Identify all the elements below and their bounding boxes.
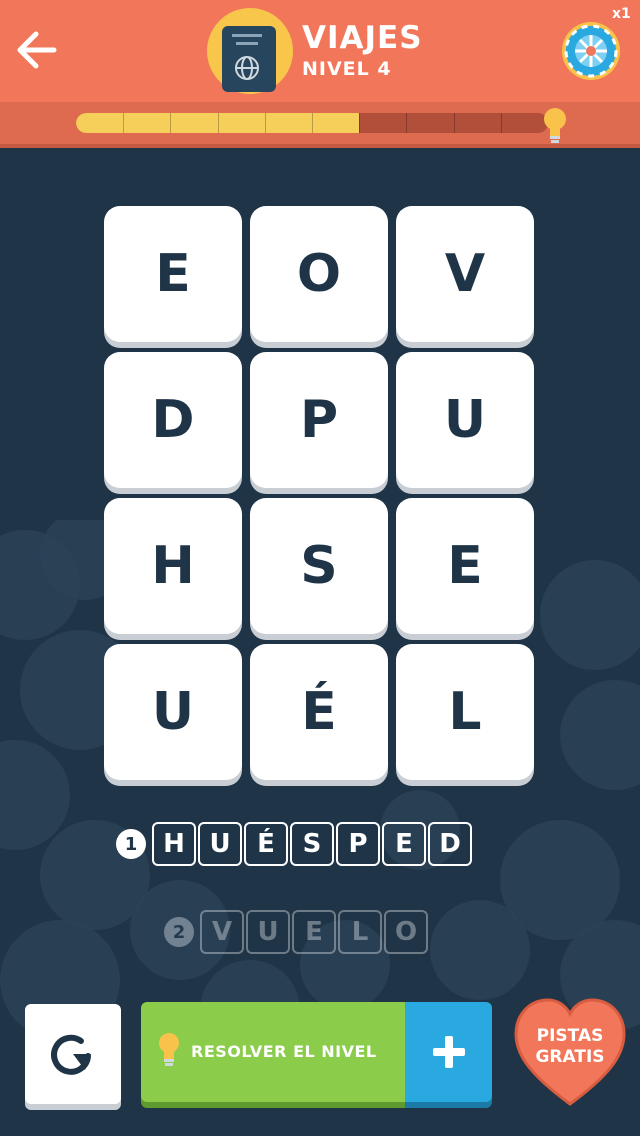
solve-level-button[interactable]: RESOLVER EL NIVEL [141,1002,405,1102]
free-hints-line1: PISTAS [536,1026,604,1046]
answer-letter-box: O [384,910,428,954]
answer-letter-box: U [198,822,242,866]
answer-row-1: 1 HUÉSPED [116,822,474,866]
letter-tile[interactable]: U [396,352,534,488]
level-label: NIVEL 4 [302,58,392,80]
wheel-multiplier: x1 [612,6,631,22]
progress-track [76,113,548,133]
answer-letter-box: H [152,822,196,866]
prize-wheel-icon[interactable] [560,20,622,82]
progress-segment-divider [406,113,408,133]
progress-segment-divider [217,113,219,133]
top-bar: VIAJES NIVEL 4 x1 [0,0,640,102]
letter-tile[interactable]: O [250,206,388,342]
answer-letter-box: V [200,910,244,954]
progress-segment-divider [312,113,313,133]
answer-letter-box: E [292,910,336,954]
answer-letter-box: E [382,822,426,866]
letter-tile[interactable]: E [396,498,534,634]
plus-icon [433,1036,465,1068]
answer-letter-box: L [338,910,382,954]
progress-segment-divider [359,113,361,133]
answer-number: 2 [164,917,194,947]
arrow-left-icon[interactable] [14,28,58,72]
letter-tile[interactable]: S [250,498,388,634]
letter-tile[interactable]: V [396,206,534,342]
progress-segment-divider [264,113,266,133]
letter-tile[interactable]: L [396,644,534,780]
passport-icon [222,26,276,92]
letter-tile[interactable]: E [104,206,242,342]
restart-icon [51,1034,91,1075]
letter-tile[interactable]: É [250,644,388,780]
answer-letter-box: U [246,910,290,954]
buy-hints-button[interactable] [405,1002,492,1102]
solve-level-label: RESOLVER EL NIVEL [191,1042,377,1061]
restart-button[interactable] [25,1004,121,1104]
answer-letter-box: É [244,822,288,866]
answer-number: 1 [116,829,146,859]
letter-tile[interactable]: U [104,644,242,780]
progress-segment-divider [170,113,172,133]
free-hints-button[interactable]: PISTAS GRATIS [512,996,628,1110]
lightbulb-icon [544,108,566,143]
progress-segment-divider [123,113,125,133]
letter-tile[interactable]: H [104,498,242,634]
lightbulb-icon [159,1033,179,1066]
progress-segment-divider [453,113,455,133]
free-hints-label: PISTAS GRATIS [512,1026,628,1068]
category-title: VIAJES [302,20,423,56]
letter-tile[interactable]: D [104,352,242,488]
answer-letter-box: P [336,822,380,866]
answer-letter-box: D [428,822,472,866]
letter-tile[interactable]: P [250,352,388,488]
progress-segment-divider [500,113,502,133]
answer-letter-box: S [290,822,334,866]
answer-row-2: 2 VUELO [164,910,430,954]
free-hints-line2: GRATIS [535,1047,605,1067]
